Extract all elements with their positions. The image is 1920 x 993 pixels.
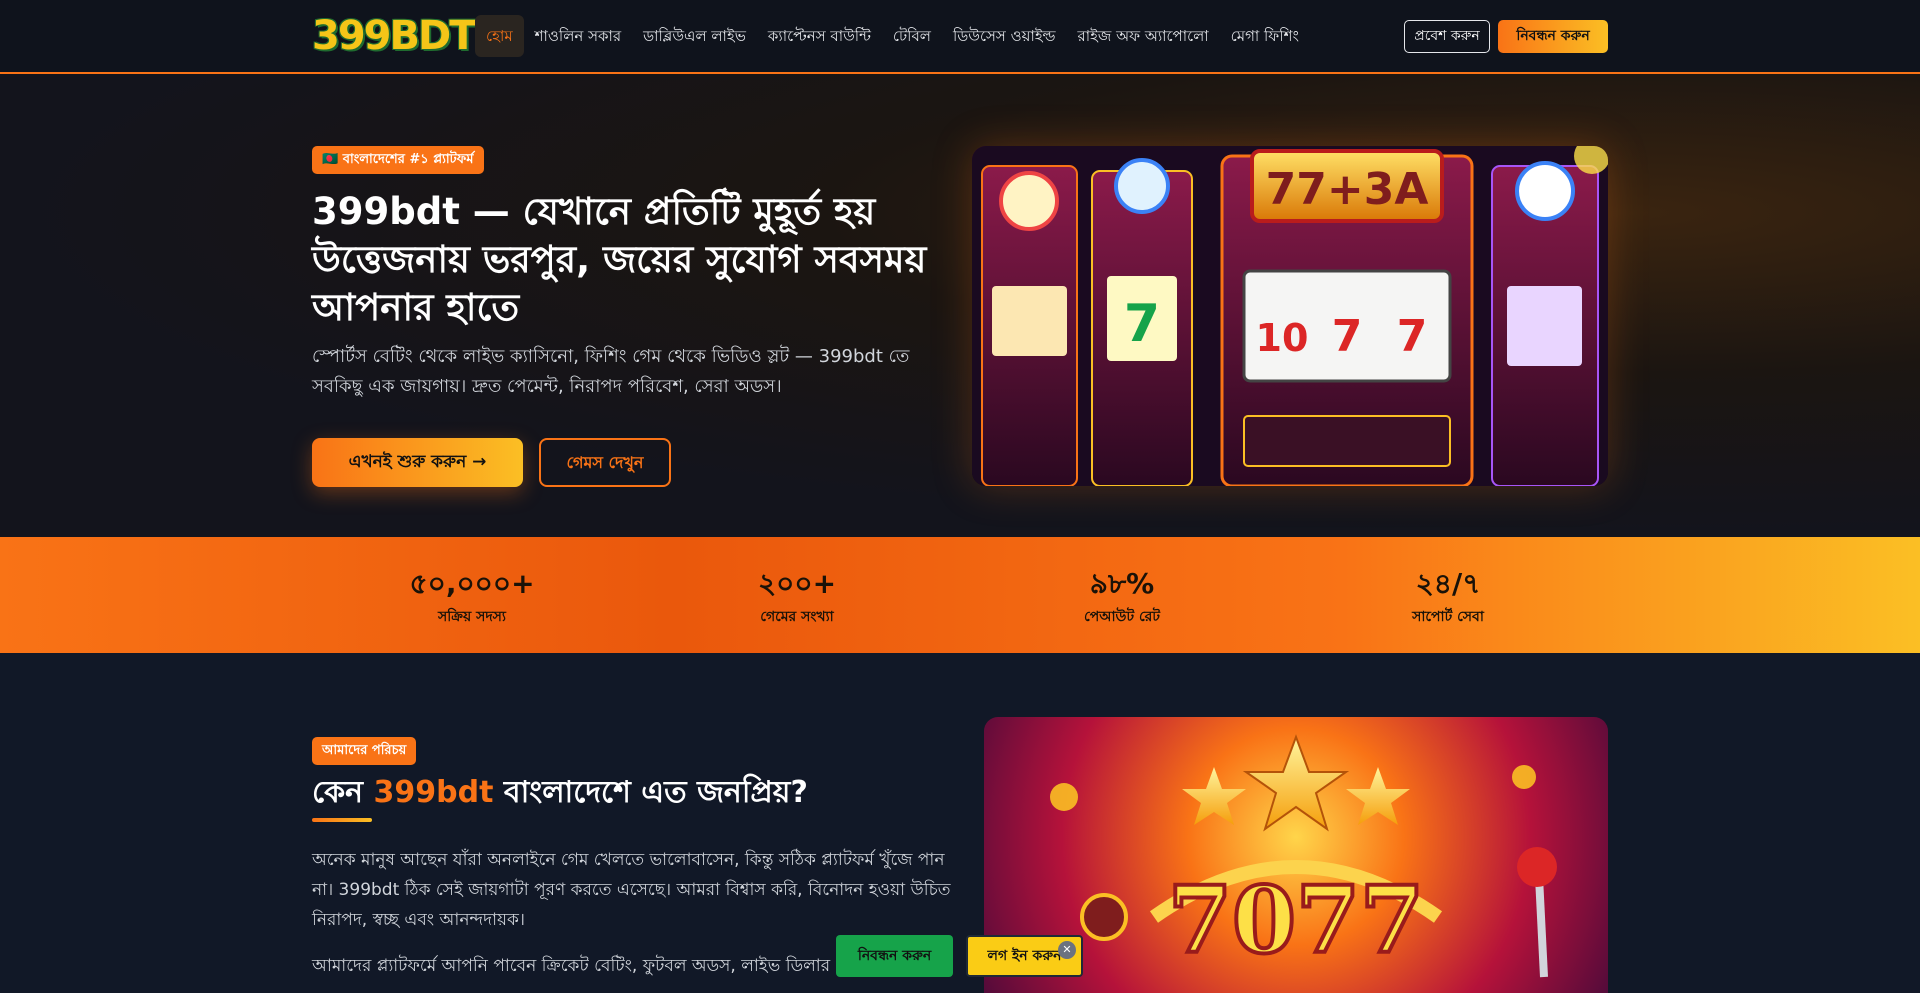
stat-members: ৫০,০০০+ সক্রিয় সদস্য — [312, 537, 632, 627]
stat-label: সক্রিয় সদস্য — [438, 609, 506, 625]
nav-item-rise-of-apollo[interactable]: রাইজ অফ অ্যাপোলো — [1067, 15, 1220, 57]
about-paragraph-1: অনেক মানুষ আছেন যাঁরা অনলাইনে গেম খেলতে … — [312, 850, 951, 930]
about-title-brand: 399bdt — [373, 775, 494, 810]
reel-symbol-seven-center: 7 — [1332, 311, 1363, 362]
login-button[interactable]: প্রবেশ করুন — [1404, 20, 1490, 53]
stat-support: ২৪/৭ সাপোর্ট সেবা — [1288, 537, 1608, 627]
stat-payout: ৯৮% পেআউট রেট — [962, 537, 1282, 627]
nav-item-home[interactable]: হোম — [475, 15, 524, 57]
stat-value: ৫০,০০০+ — [409, 567, 535, 600]
nav-item-mega-fishing[interactable]: মেগা ফিশিং — [1220, 15, 1310, 57]
stat-label: পেআউট রেট — [1084, 609, 1160, 625]
about-title-prefix: কেন — [312, 775, 374, 810]
hero-title: 399bdt — যেখানে প্রতিটি মুহূর্ত হয় উত্ত… — [312, 190, 927, 329]
hero-description: স্পোর্টস বেটিং থেকে লাইভ ক্যাসিনো, ফিশিং… — [312, 346, 910, 397]
main-nav: হোম শাওলিন সকার ডাব্লিউএল লাইভ ক্যাপ্টেন… — [475, 15, 1310, 57]
nav-item-wl-live[interactable]: ডাব্লিউএল লাইভ — [632, 15, 757, 57]
view-games-button[interactable]: গেমস দেখুন — [539, 438, 671, 487]
stat-games: ২০০+ গেমের সংখ্যা — [637, 537, 957, 627]
stat-value: ২৪/৭ — [1415, 567, 1481, 600]
stat-value: ২০০+ — [757, 567, 837, 600]
reel-symbol-ten: 10 — [1256, 316, 1309, 360]
slot-machines-image: 7 77+3A 10 7 7 — [972, 146, 1608, 486]
about-badge: আমাদের পরিচয় — [312, 737, 417, 765]
nav-item-deuces-wild[interactable]: ডিউসেস ওয়াইল্ড — [942, 15, 1067, 57]
start-now-button[interactable]: এখনই শুরু করুন → — [312, 438, 523, 487]
platform-badge: 🇧🇩 বাংলাদেশের #১ প্ল্যাটফর্ম — [312, 146, 484, 174]
stat-label: সাপোর্ট সেবা — [1412, 609, 1484, 625]
stat-label: গেমের সংখ্যা — [760, 609, 834, 625]
site-logo[interactable]: 399BDT — [312, 13, 476, 59]
about-title: কেন 399bdt বাংলাদেশে এত জনপ্রিয়? — [312, 772, 808, 814]
about-title-suffix: বাংলাদেশে এত জনপ্রিয়? — [493, 775, 808, 810]
reel-symbol-seven-right: 7 — [1397, 311, 1428, 362]
close-icon[interactable]: ✕ — [1058, 941, 1076, 959]
floating-register-button[interactable]: নিবন্ধন করুন — [836, 935, 953, 977]
slot-machines-illustration: 7 77+3A 10 7 7 — [972, 146, 1608, 486]
reel-symbol-seven: 7 — [1124, 294, 1160, 354]
slot-sign-text: 77+3A — [1266, 164, 1429, 215]
stat-value: ৯৮% — [1089, 567, 1155, 600]
title-underline — [312, 818, 372, 822]
nav-item-shaolin-soccer[interactable]: শাওলিন সকার — [524, 15, 632, 57]
register-button[interactable]: নিবন্ধন করুন — [1498, 20, 1608, 53]
nav-item-captains-bounty[interactable]: ক্যাপ্টেনস বাউন্টি — [757, 15, 882, 57]
nav-item-table[interactable]: টেবিল — [882, 15, 942, 57]
stats-band: ৫০,০০০+ সক্রিয় সদস্য ২০০+ গেমের সংখ্যা … — [0, 537, 1920, 653]
site-header: 399BDT হোম শাওলিন সকার ডাব্লিউএল লাইভ ক্… — [0, 0, 1920, 74]
jackpot-text: 7077 — [1168, 866, 1424, 974]
hero-section — [0, 74, 1920, 537]
